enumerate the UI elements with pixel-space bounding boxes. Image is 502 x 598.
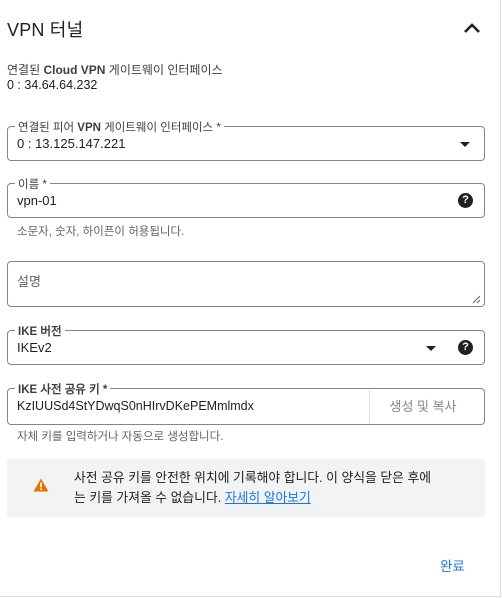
connected-interface-value: 0 : 34.64.64.232	[7, 78, 98, 92]
description-placeholder: 설명	[17, 274, 41, 289]
section-title: VPN 터널	[7, 20, 84, 40]
dropdown-arrow-icon	[460, 142, 470, 147]
generate-copy-button[interactable]: 생성 및 복사	[369, 390, 476, 423]
done-button[interactable]: 완료	[440, 555, 465, 575]
warning-banner: 사전 공유 키를 안전한 위치에 기록해야 합니다. 이 양식을 닫은 후에 는…	[7, 459, 485, 517]
connected-interface-label: 연결된 Cloud VPN 게이트웨이 인터페이스	[7, 63, 223, 77]
description-textarea[interactable]: 설명	[7, 261, 485, 307]
shared-key-input[interactable]: KzIUUSd4StYDwqS0nHIrvDKePEMmlmdx	[17, 399, 254, 413]
warning-text: 사전 공유 키를 안전한 위치에 기록해야 합니다. 이 양식을 닫은 후에 는…	[74, 470, 431, 505]
shared-key-field[interactable]: IKE 사전 공유 키 * KzIUUSd4StYDwqS0nHIrvDKePE…	[7, 381, 485, 425]
name-field[interactable]: 이름 * vpn-01 ?	[7, 176, 485, 218]
name-input[interactable]: vpn-01	[17, 193, 57, 208]
ike-version-value: IKEv2	[17, 340, 52, 355]
name-label: 이름 *	[15, 176, 50, 192]
ike-version-select[interactable]: IKE 버전 IKEv2 ?	[7, 323, 485, 365]
shared-key-label: IKE 사전 공유 키 *	[15, 381, 111, 397]
vpn-tunnel-panel: VPN 터널 연결된 Cloud VPN 게이트웨이 인터페이스 0 : 34.…	[0, 0, 501, 597]
help-icon[interactable]: ?	[458, 193, 473, 208]
peer-interface-value: 0 : 13.125.147.221	[17, 136, 126, 151]
shared-key-hint: 자체 키를 입력하거나 자동으로 생성합니다.	[17, 431, 224, 443]
peer-interface-label: 연결된 피어 VPN 게이트웨이 인터페이스 *	[15, 119, 224, 135]
ike-version-label: IKE 버전	[15, 323, 65, 339]
chevron-up-icon[interactable]	[462, 20, 482, 36]
name-hint: 소문자, 숫자, 하이픈이 허용됩니다.	[17, 226, 185, 238]
peer-interface-select[interactable]: 연결된 피어 VPN 게이트웨이 인터페이스 * 0 : 13.125.147.…	[7, 119, 485, 161]
warning-icon	[33, 478, 49, 492]
dropdown-arrow-icon	[426, 346, 436, 351]
learn-more-link[interactable]: 자세히 알아보기	[225, 490, 311, 505]
resize-handle-icon[interactable]	[472, 295, 481, 304]
help-icon[interactable]: ?	[458, 340, 473, 355]
